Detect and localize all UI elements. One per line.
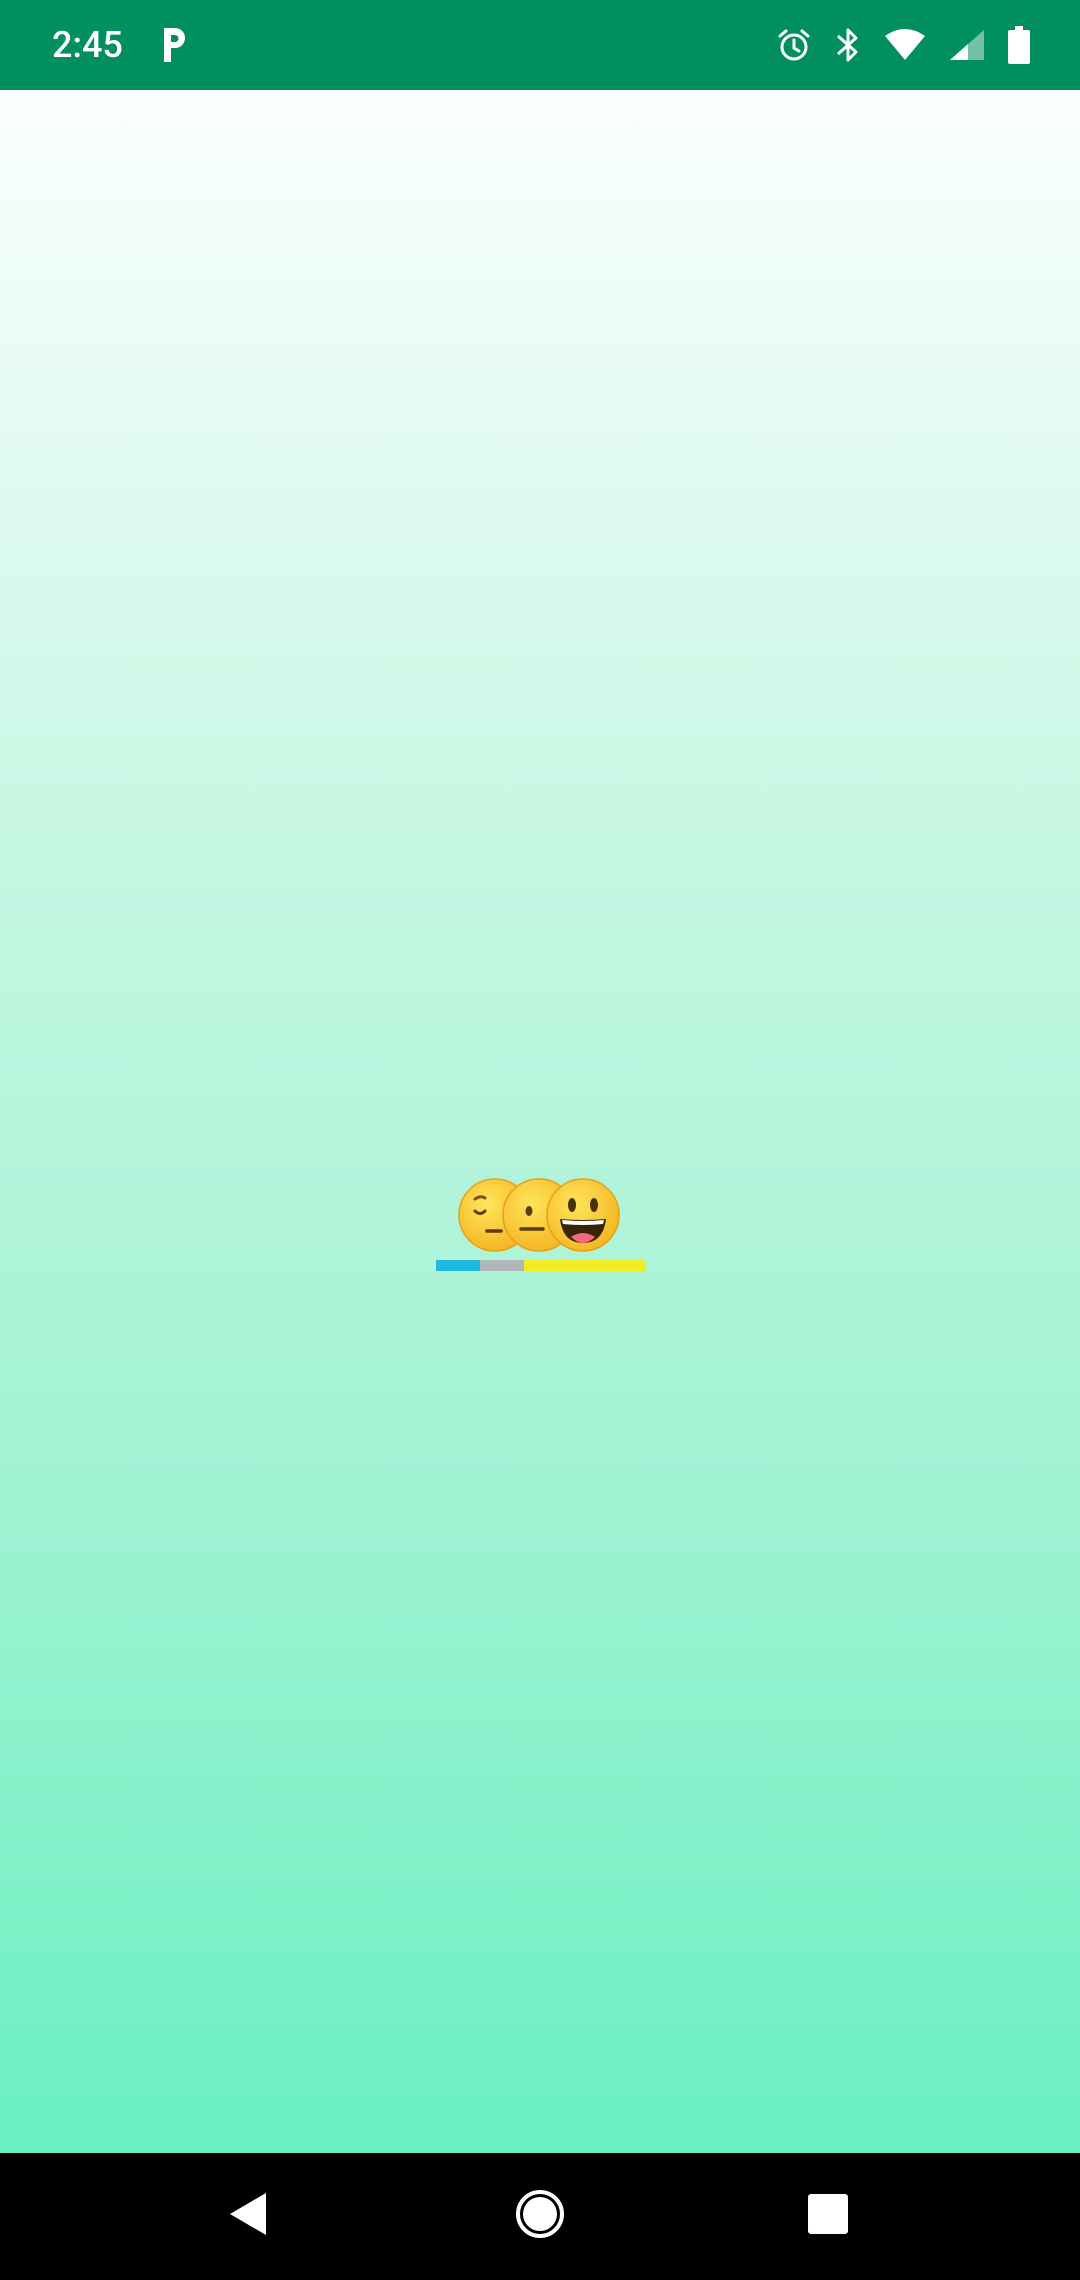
status-bar: 2:45 bbox=[0, 0, 1080, 90]
mood-bar-sad-segment bbox=[436, 1260, 481, 1271]
wifi-icon bbox=[884, 28, 926, 62]
recents-button[interactable] bbox=[793, 2181, 863, 2251]
main-content bbox=[0, 90, 1080, 2153]
bluetooth-icon bbox=[834, 26, 862, 64]
status-icons bbox=[776, 24, 1030, 66]
back-button[interactable] bbox=[213, 2181, 283, 2251]
navigation-bar bbox=[0, 2153, 1080, 2280]
alarm-icon bbox=[776, 27, 812, 63]
recents-icon bbox=[807, 2193, 849, 2239]
parking-p-icon bbox=[158, 24, 190, 66]
back-icon bbox=[226, 2191, 270, 2241]
home-icon bbox=[514, 2188, 566, 2244]
grinning-face-icon bbox=[545, 1177, 621, 1253]
battery-icon bbox=[1008, 26, 1030, 64]
mood-bar-happy-segment bbox=[524, 1260, 646, 1271]
home-button[interactable] bbox=[505, 2181, 575, 2251]
cell-signal-icon bbox=[948, 28, 986, 62]
mood-distribution-bar bbox=[436, 1260, 646, 1271]
mood-summary[interactable] bbox=[436, 1172, 646, 1272]
mood-bar-neutral-segment bbox=[480, 1260, 525, 1271]
status-time: 2:45 bbox=[52, 24, 123, 66]
